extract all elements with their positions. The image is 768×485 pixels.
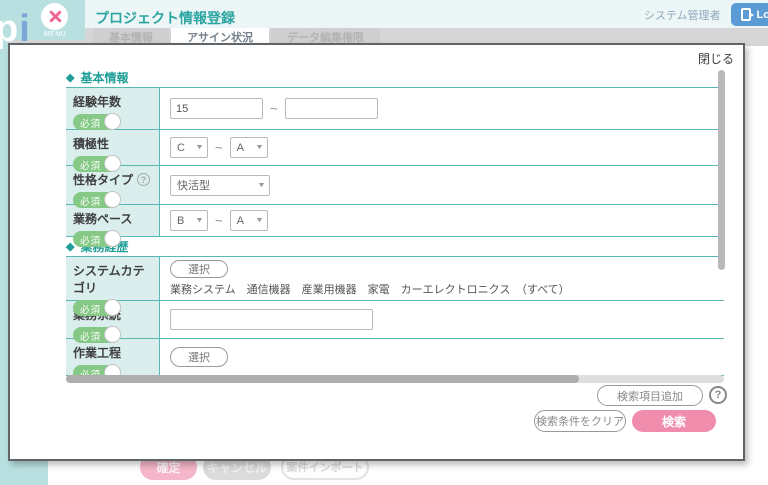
field-row-work-pace: 業務ペース 必須 B ▼ ~ A ▼ bbox=[66, 204, 724, 236]
user-role-label: システム管理者 bbox=[644, 7, 721, 23]
horizontal-scrollbar[interactable] bbox=[66, 375, 724, 383]
help-icon[interactable]: ? bbox=[709, 386, 727, 404]
required-toggle[interactable]: 必須 bbox=[73, 327, 120, 343]
range-separator: ~ bbox=[215, 213, 223, 228]
field-label-cell: 業務ペース 必須 bbox=[66, 205, 160, 236]
required-toggle-label: 必須 bbox=[80, 158, 101, 172]
search-form-table: ◆ 基本情報 経験年数 必須 ~ 積極性 必須 bbox=[66, 67, 724, 376]
business-line-input[interactable] bbox=[170, 309, 373, 330]
field-label-row: 性格タイプ ? bbox=[73, 171, 155, 188]
select-value: A bbox=[237, 142, 244, 154]
required-toggle[interactable]: 必須 bbox=[73, 300, 120, 316]
menu-button-label: MENU bbox=[34, 31, 76, 38]
toggle-knob-icon bbox=[104, 191, 121, 208]
proactiveness-from-select[interactable]: C ▼ bbox=[170, 137, 208, 158]
system-category-selected-values: 業務システム 通信機器 産業用機器 家電 カーエレクトロニクス （すべて） bbox=[170, 281, 570, 297]
close-dialog-link[interactable]: 閉じる bbox=[698, 50, 734, 67]
field-row-system-category: システムカテゴリ 必須 選択 業務システム 通信機器 産業用機器 家電 カーエレ… bbox=[66, 256, 724, 300]
field-label-cell: 作業工程 必須 bbox=[66, 339, 160, 375]
add-search-item-button[interactable]: 検索項目追加 bbox=[597, 385, 703, 406]
field-label: 業務ペース bbox=[73, 210, 155, 227]
chevron-down-icon: ▼ bbox=[195, 217, 204, 224]
range-separator: ~ bbox=[270, 101, 278, 116]
vertical-scrollbar[interactable] bbox=[718, 70, 725, 270]
toggle-knob-icon bbox=[104, 299, 121, 316]
range-separator: ~ bbox=[215, 140, 223, 155]
required-toggle-label: 必須 bbox=[80, 302, 101, 316]
work-pace-to-select[interactable]: A ▼ bbox=[230, 210, 268, 231]
field-row-business-line: 業務系統 必須 bbox=[66, 300, 724, 338]
work-pace-from-select[interactable]: B ▼ bbox=[170, 210, 208, 231]
select-value: C bbox=[177, 142, 185, 154]
field-label-cell: システムカテゴリ 必須 bbox=[66, 257, 160, 300]
section-basic-info: ◆ 基本情報 bbox=[66, 67, 724, 87]
toggle-knob-icon bbox=[104, 113, 121, 130]
field-content-cell bbox=[160, 301, 724, 338]
field-row-proactiveness: 積極性 必須 C ▼ ~ A ▼ bbox=[66, 129, 724, 165]
required-toggle[interactable]: 必須 bbox=[73, 114, 120, 130]
required-toggle[interactable]: 必須 bbox=[73, 156, 120, 172]
section-work-history: ◆ 業務経歴 bbox=[66, 236, 724, 256]
toggle-knob-icon bbox=[104, 326, 121, 343]
required-toggle-label: 必須 bbox=[80, 233, 101, 247]
page-title: プロジェクト情報登録 bbox=[95, 8, 235, 28]
proactiveness-to-select[interactable]: A ▼ bbox=[230, 137, 268, 158]
horizontal-scrollbar-thumb[interactable] bbox=[66, 375, 579, 383]
field-label: 作業工程 bbox=[73, 344, 155, 361]
logout-icon bbox=[741, 8, 751, 21]
field-row-experience-years: 経験年数 必須 ~ bbox=[66, 87, 724, 129]
sidebar bbox=[0, 40, 8, 485]
personality-type-select[interactable]: 快活型 ▼ bbox=[170, 175, 270, 196]
field-content-cell: B ▼ ~ A ▼ bbox=[160, 205, 724, 236]
help-icon[interactable]: ? bbox=[137, 173, 150, 186]
experience-years-to-input[interactable] bbox=[285, 98, 378, 119]
required-toggle[interactable]: 必須 bbox=[73, 231, 120, 247]
required-toggle-label: 必須 bbox=[80, 194, 101, 208]
experience-years-from-input[interactable] bbox=[170, 98, 263, 119]
search-button[interactable]: 検索 bbox=[632, 410, 716, 432]
field-content-cell: 選択 業務システム 通信機器 産業用機器 家電 カーエレクトロニクス （すべて） bbox=[160, 257, 724, 300]
chevron-down-icon: ▼ bbox=[195, 144, 204, 151]
required-toggle[interactable]: 必須 bbox=[73, 192, 120, 208]
field-label-cell: 経験年数 必須 bbox=[66, 88, 160, 129]
toggle-knob-icon bbox=[104, 155, 121, 172]
user-area: システム管理者 Lo bbox=[644, 3, 768, 26]
sidebar-bottom bbox=[0, 461, 48, 485]
system-category-select-button[interactable]: 選択 bbox=[170, 260, 228, 278]
field-label-cell: 積極性 必須 bbox=[66, 130, 160, 165]
field-label: 経験年数 bbox=[73, 93, 155, 110]
select-value: 快活型 bbox=[177, 177, 210, 193]
field-label: システムカテゴリ bbox=[73, 262, 155, 296]
select-value: B bbox=[177, 215, 184, 227]
chevron-down-icon: ▼ bbox=[255, 217, 264, 224]
field-label: 積極性 bbox=[73, 135, 155, 152]
chevron-down-icon: ▼ bbox=[255, 144, 264, 151]
field-row-work-process: 作業工程 必須 選択 bbox=[66, 338, 724, 375]
required-toggle-label: 必須 bbox=[80, 329, 101, 343]
work-process-select-button[interactable]: 選択 bbox=[170, 347, 228, 367]
field-content-cell: 選択 bbox=[160, 339, 724, 375]
required-toggle-label: 必須 bbox=[80, 116, 101, 130]
logout-button[interactable]: Lo bbox=[731, 3, 768, 26]
field-row-personality-type: 性格タイプ ? 必須 快活型 ▼ bbox=[66, 165, 724, 204]
select-value: A bbox=[237, 215, 244, 227]
chevron-down-icon: ▼ bbox=[257, 182, 266, 189]
diamond-icon: ◆ bbox=[66, 71, 74, 84]
field-label: 性格タイプ bbox=[73, 171, 133, 188]
field-content-cell: C ▼ ~ A ▼ bbox=[160, 130, 724, 165]
menu-button[interactable] bbox=[41, 3, 68, 30]
field-content-cell: ~ bbox=[160, 88, 724, 129]
clear-search-conditions-button[interactable]: 検索条件をクリア bbox=[534, 410, 626, 432]
logout-button-label: Lo bbox=[757, 9, 768, 21]
search-condition-dialog: 閉じる ◆ 基本情報 経験年数 必須 ~ 積極性 bbox=[8, 43, 745, 461]
toggle-knob-icon bbox=[104, 230, 121, 247]
field-content-cell: 快活型 ▼ bbox=[160, 166, 724, 204]
section-title: 基本情報 bbox=[80, 69, 128, 86]
menu-close-icon bbox=[47, 9, 62, 24]
